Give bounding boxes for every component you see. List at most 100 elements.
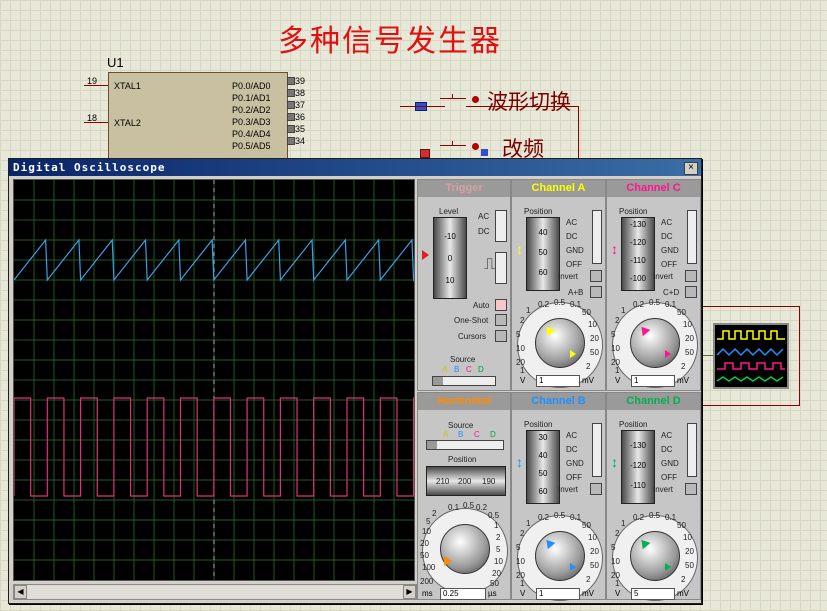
horizontal-scrollbar[interactable]: ◀ ▶ xyxy=(13,584,417,600)
channel-d-volts-knob[interactable] xyxy=(630,531,680,581)
close-button[interactable]: × xyxy=(684,162,698,175)
channel-d-drum-tick: -130 xyxy=(629,441,646,450)
channel-c-header: Channel C xyxy=(607,180,700,197)
channel-b-position-label: Position xyxy=(524,420,553,429)
channel-d-panel: Channel D Position -130 -120 -110 ↕ AC DC GN… xyxy=(606,392,701,601)
channel-b-volts-value-field[interactable]: 1 xyxy=(536,588,580,600)
channel-b-panel: Channel B Position 30 40 50 60 ↕ AC DC GND OFF… xyxy=(511,392,606,601)
button2-terminal xyxy=(420,149,430,158)
channel-c-mode-label: AC xyxy=(661,218,673,227)
channel-b-mode-label: OFF xyxy=(566,473,582,482)
pin-name: XTAL1 xyxy=(114,81,141,91)
timebase-value-field[interactable]: 0.25 xyxy=(440,588,486,600)
schematic-title: 多种信号发生器 xyxy=(278,24,502,59)
channel-d-position-drum[interactable]: -130 -120 -110 xyxy=(621,430,655,504)
channel-c-coupling-switch[interactable] xyxy=(687,210,697,264)
timebase-pointer-icon xyxy=(444,556,452,566)
channel-b-header: Channel B xyxy=(512,393,605,410)
channel-b-coupling-switch[interactable] xyxy=(592,423,602,477)
channel-c-drum-tick: -120 xyxy=(629,238,646,247)
channel-a-header: Channel A xyxy=(512,180,605,197)
channel-a-mode-label: DC xyxy=(566,232,578,241)
button2-node xyxy=(472,143,479,150)
channel-a-combine-button[interactable] xyxy=(590,286,602,298)
button2-terminal-b xyxy=(481,149,488,156)
channel-d-invert-button[interactable] xyxy=(685,483,697,495)
auto-button[interactable] xyxy=(495,299,507,311)
pin-number: 36 xyxy=(295,112,306,122)
channel-a-mode-label: GND xyxy=(566,246,584,255)
channel-d-mode-label: DC xyxy=(661,445,673,454)
channel-b-drum-tick: 50 xyxy=(538,469,548,478)
window-title: Digital Oscilloscope xyxy=(13,161,166,174)
trigger-panel: Trigger Level -10 0 10 AC DC ⎍ Auto One-… xyxy=(417,179,511,391)
channel-d-fine-pointer-icon xyxy=(665,563,671,571)
channel-c-position-drum[interactable]: -130 -120 -110 -100 xyxy=(621,217,655,291)
channel-d-mode-label: OFF xyxy=(661,473,677,482)
pin-name: P0.4/AD4 xyxy=(232,129,271,139)
channel-b-drum-tick: 30 xyxy=(538,433,548,442)
horizontal-panel: Horizontal Source A B C D Position 210 2… xyxy=(417,392,511,600)
trigger-source-slider[interactable] xyxy=(432,376,496,386)
pin-name: P0.5/AD5 xyxy=(232,141,271,151)
channel-c-mode-label: DC xyxy=(661,232,673,241)
channel-b-mode-label: DC xyxy=(566,445,578,454)
channel-d-drum-tick: -110 xyxy=(630,481,646,490)
channel-b-invert-button[interactable] xyxy=(590,483,602,495)
channel-d-mode-label: AC xyxy=(661,431,673,440)
edge-icon: ⎍ xyxy=(484,256,496,273)
pin-name: P0.0/AD0 xyxy=(232,81,271,91)
channel-a-drum-tick: 40 xyxy=(538,228,548,237)
horizontal-position-drum[interactable]: 210 200 190 xyxy=(426,466,506,496)
channel-d-invert-label: Invert xyxy=(653,485,674,494)
timebase-knob[interactable] xyxy=(440,524,490,574)
oscilloscope-display[interactable] xyxy=(13,179,448,581)
oscilloscope-instrument-icon[interactable] xyxy=(713,323,789,389)
waveform-plot xyxy=(13,180,448,580)
trigger-level-drum[interactable]: -10 0 10 xyxy=(433,217,467,299)
channel-c-invert-button[interactable] xyxy=(685,270,697,282)
cursors-button[interactable] xyxy=(495,330,507,342)
pin-name: XTAL2 xyxy=(114,118,141,128)
channel-d-volts-value-field[interactable]: 5 xyxy=(631,588,675,600)
channel-b-volts-knob[interactable] xyxy=(535,531,585,581)
channel-a-position-arrow-icon: ↕ xyxy=(516,241,523,257)
pin-number: 18 xyxy=(87,113,98,123)
channel-c-drum-tick: -100 xyxy=(629,274,646,283)
channel-a-mode-label: AC xyxy=(566,218,578,227)
pin-name: P0.1/AD1 xyxy=(232,93,271,103)
channel-c-volts-knob[interactable] xyxy=(630,318,680,368)
scroll-right-button[interactable]: ▶ xyxy=(403,585,416,599)
window-titlebar[interactable]: Digital Oscilloscope × xyxy=(9,159,701,176)
channel-c-drum-tick: -130 xyxy=(629,220,646,229)
trigger-edge-switch[interactable] xyxy=(495,252,507,284)
channel-c-volts-value-field[interactable]: 1 xyxy=(631,375,675,387)
channel-c-combine-label: C+D xyxy=(663,288,680,297)
button1-label[interactable]: 波形切换 xyxy=(487,86,571,116)
channel-a-coupling-switch[interactable] xyxy=(592,210,602,264)
channel-a-position-drum[interactable]: 40 50 60 xyxy=(526,217,560,291)
trigger-coupling-switch[interactable] xyxy=(495,210,507,242)
channel-a-volts-knob[interactable] xyxy=(535,318,585,368)
one-shot-button[interactable] xyxy=(495,314,507,326)
channel-a-volts-value-field[interactable]: 1 xyxy=(536,375,580,387)
channel-b-position-drum[interactable]: 30 40 50 60 xyxy=(526,430,560,504)
channel-d-coupling-switch[interactable] xyxy=(687,423,697,477)
channel-d-position-arrow-icon: ↕ xyxy=(611,454,618,470)
horizontal-source-slider[interactable] xyxy=(426,440,504,450)
level-label: Level xyxy=(439,207,459,216)
pin-number: 39 xyxy=(295,76,306,86)
scroll-left-button[interactable]: ◀ xyxy=(14,585,27,599)
channel-c-invert-label: Invert xyxy=(653,272,674,281)
channel-c-combine-button[interactable] xyxy=(685,286,697,298)
channel-a-invert-button[interactable] xyxy=(590,270,602,282)
channel-b-position-arrow-icon: ↕ xyxy=(516,454,523,470)
channel-c-position-arrow-icon: ↕ xyxy=(611,241,618,257)
trigger-header: Trigger xyxy=(418,180,510,197)
channel-b-mode-label: GND xyxy=(566,459,584,468)
channel-d-mode-label: GND xyxy=(661,459,679,468)
pin-name: P0.3/AD3 xyxy=(232,117,271,127)
channel-a-fine-pointer-icon xyxy=(570,350,576,358)
channel-a-drum-tick: 60 xyxy=(538,268,548,277)
channel-b-invert-label: Invert xyxy=(558,485,579,494)
